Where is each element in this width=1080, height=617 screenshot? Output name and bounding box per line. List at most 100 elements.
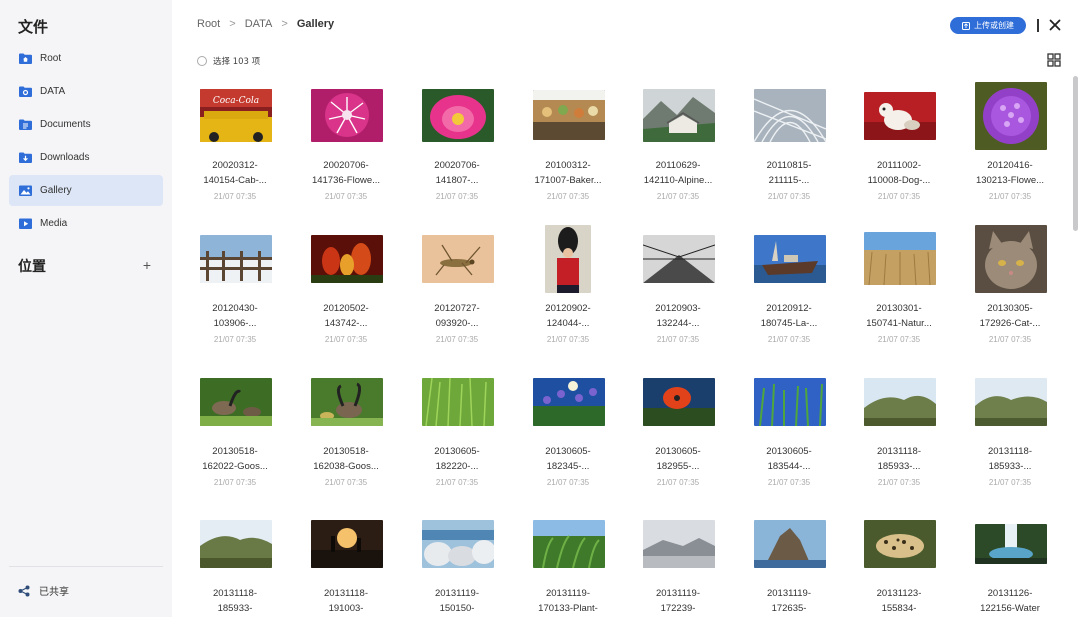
file-name: 20130518- 162022-Goos... xyxy=(202,446,268,472)
thumbnail-image xyxy=(643,378,715,426)
svg-text:Coca-Cola: Coca-Cola xyxy=(213,96,259,106)
file-date: 21/07 07:35 xyxy=(435,478,479,487)
file-date: 21/07 07:35 xyxy=(767,335,811,344)
thumbnail-image xyxy=(975,225,1047,293)
grid-view-button[interactable] xyxy=(1047,53,1061,67)
upload-label: 上传或创建 xyxy=(974,21,1014,30)
close-icon xyxy=(1049,19,1061,31)
thumbnail xyxy=(311,89,383,142)
thumbnail xyxy=(643,89,715,142)
thumbnail-image xyxy=(643,235,715,283)
thumbnail xyxy=(200,235,272,283)
file-name: 20120912- 180745-La-... xyxy=(760,303,818,329)
shared-link[interactable]: 已共享 xyxy=(18,583,69,598)
file-name: 20131118- 191003- xyxy=(323,588,369,614)
thumbnail xyxy=(754,378,826,426)
sidebar-item-label: Downloads xyxy=(40,152,90,163)
breadcrumb-data[interactable]: DATA xyxy=(245,18,273,30)
close-button[interactable] xyxy=(1048,18,1062,32)
home-folder-icon xyxy=(19,53,32,64)
file-name: 20120727- 093920-... xyxy=(434,303,480,329)
sidebar: 文件 Root DATA Documents Downloads Gallery xyxy=(0,0,172,617)
breadcrumb-current: Gallery xyxy=(296,18,335,30)
file-name: 20120416- 130213-Flowe... xyxy=(975,160,1045,186)
file-name: 20131119- 172239- xyxy=(655,588,701,614)
thumbnail-image xyxy=(754,520,826,568)
thumbnail xyxy=(975,524,1047,564)
file-name: 20130605- 182345-... xyxy=(545,446,591,472)
add-location-button[interactable]: + xyxy=(140,256,154,274)
documents-folder-icon xyxy=(19,119,32,130)
thumbnail-image xyxy=(864,92,936,140)
thumbnail-image xyxy=(864,232,936,285)
shared-label: 已共享 xyxy=(39,587,69,598)
file-date: 21/07 07:35 xyxy=(656,192,700,201)
thumbnail: Coca-Cola xyxy=(200,89,272,142)
sidebar-item-label: Documents xyxy=(40,119,91,130)
file-name: 20100312- 171007-Baker... xyxy=(534,160,602,186)
sidebar-item-gallery[interactable]: Gallery xyxy=(9,175,163,206)
thumbnail-image xyxy=(864,520,936,568)
file-date: 21/07 07:35 xyxy=(656,478,700,487)
file-date: 21/07 07:35 xyxy=(324,478,368,487)
sidebar-item-media[interactable]: Media xyxy=(9,208,163,239)
thumbnail-image xyxy=(643,520,715,568)
thumbnail-image xyxy=(975,524,1047,564)
breadcrumb: Root > DATA > Gallery xyxy=(197,18,334,30)
file-date: 21/07 07:35 xyxy=(324,335,368,344)
file-name: 20120502- 143742-... xyxy=(323,303,369,329)
sidebar-item-label: DATA xyxy=(40,86,66,97)
file-name: 20131118- 185933-... xyxy=(876,446,922,472)
file-date: 21/07 07:35 xyxy=(877,192,921,201)
scrollbar-thumb[interactable] xyxy=(1073,76,1078,231)
thumbnail xyxy=(864,92,936,140)
thumbnail-image xyxy=(200,378,272,426)
thumbnail-image xyxy=(311,520,383,568)
thumbnail-image xyxy=(311,89,383,142)
file-name: 20020706- 141736-Flowe... xyxy=(311,160,381,186)
sidebar-item-root[interactable]: Root xyxy=(9,43,163,74)
file-date: 21/07 07:35 xyxy=(213,335,257,344)
thumbnail-image xyxy=(975,82,1047,150)
thumbnail xyxy=(533,520,605,568)
file-date: 21/07 07:35 xyxy=(767,478,811,487)
breadcrumb-root[interactable]: Root xyxy=(197,18,220,30)
sidebar-item-data[interactable]: DATA xyxy=(9,76,163,107)
thumbnail-image xyxy=(422,378,494,426)
file-name: 20110629- 142110-Alpine... xyxy=(643,160,713,186)
sidebar-item-label: Root xyxy=(40,53,62,64)
select-all-control[interactable]: 选择 103 项 xyxy=(197,55,260,67)
file-date: 21/07 07:35 xyxy=(546,192,590,201)
thumbnail xyxy=(754,89,826,142)
sidebar-item-documents[interactable]: Documents xyxy=(9,109,163,140)
thumbnail xyxy=(311,235,383,283)
sidebar-item-downloads[interactable]: Downloads xyxy=(9,142,163,173)
file-name: 20120903- 132244-... xyxy=(655,303,701,329)
file-date: 21/07 07:35 xyxy=(656,335,700,344)
thumbnail xyxy=(975,82,1047,150)
select-all-label: 选择 103 项 xyxy=(213,57,261,67)
thumbnail xyxy=(864,232,936,285)
thumbnail xyxy=(311,520,383,568)
upload-or-create-button[interactable]: 上传或创建 xyxy=(950,17,1026,34)
file-name: 20120902- 124044-... xyxy=(545,303,591,329)
file-date: 21/07 07:35 xyxy=(324,192,368,201)
thumbnail-image xyxy=(864,378,936,426)
select-all-radio[interactable] xyxy=(197,56,207,66)
file-date: 21/07 07:35 xyxy=(877,335,921,344)
gallery-icon xyxy=(19,185,32,196)
thumbnail-image xyxy=(754,89,826,142)
thumbnail-image xyxy=(533,90,605,140)
thumbnail xyxy=(643,520,715,568)
thumbnail-image xyxy=(545,225,591,293)
thumbnail xyxy=(422,520,494,568)
file-name: 20020312- 140154-Cab-... xyxy=(203,160,267,186)
file-name: 20131119- 172635- xyxy=(766,588,812,614)
thumbnail-image xyxy=(422,235,494,283)
file-name: 20130605- 182220-... xyxy=(434,446,480,472)
breadcrumb-separator: > xyxy=(229,18,236,30)
downloads-folder-icon xyxy=(19,152,32,163)
thumbnail xyxy=(975,378,1047,426)
file-name: 20120430- 103906-... xyxy=(212,303,258,329)
thumbnail-image xyxy=(311,378,383,426)
